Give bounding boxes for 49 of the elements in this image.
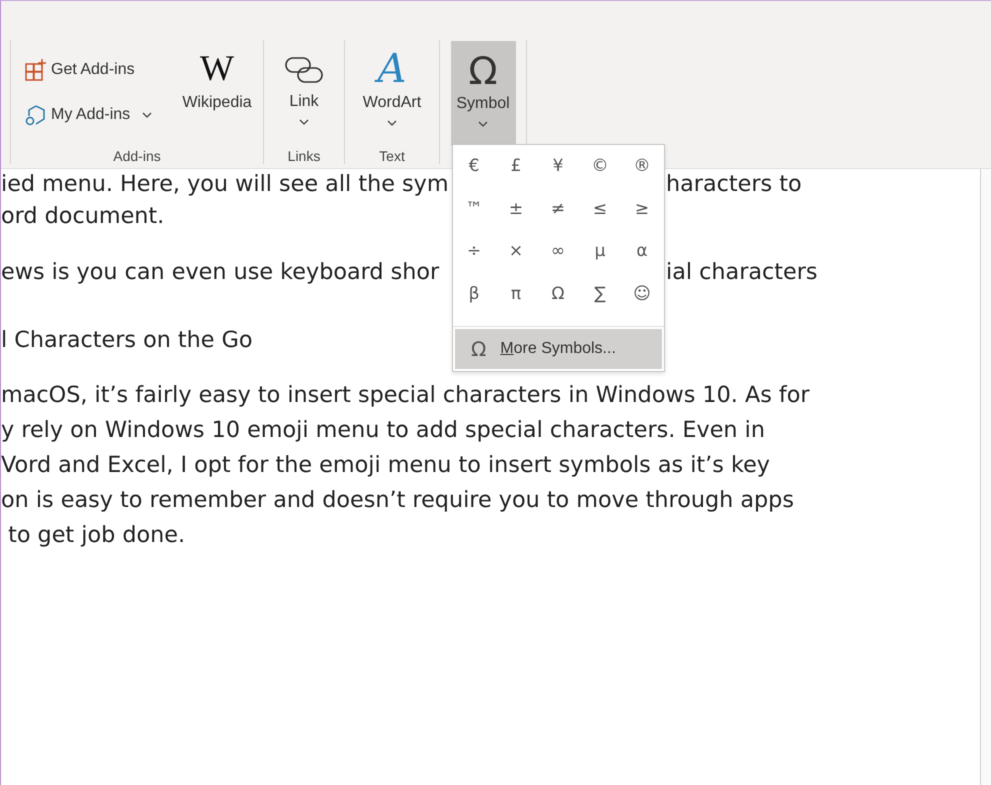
document-text: on is easy to remember and doesn’t require you to move through apps	[1, 486, 794, 515]
wikipedia-button[interactable]: W Wikipedia	[177, 40, 257, 120]
symbol-item[interactable]: β	[453, 272, 495, 315]
symbol-item[interactable]: ±	[495, 188, 537, 230]
symbol-item[interactable]: ☺	[621, 272, 663, 315]
wordart-button[interactable]: A WordArt	[362, 40, 422, 126]
document-text: ial characters	[666, 258, 818, 287]
hexagon-icon	[25, 104, 47, 126]
document-text: Vord and Excel, I opt for the emoji menu to insert symbols as it’s key	[1, 451, 770, 480]
caret-icon[interactable]	[142, 112, 152, 118]
my-add-ins-button[interactable]: My Add-ins	[25, 102, 177, 128]
symbol-item[interactable]: ≤	[579, 188, 621, 230]
symbol-item[interactable]: ∑	[579, 272, 621, 315]
symbol-item[interactable]: ≠	[537, 188, 579, 230]
symbol-item[interactable]: µ	[579, 230, 621, 272]
group-label: Add-ins	[113, 148, 161, 166]
symbol-item[interactable]: ÷	[453, 230, 495, 272]
symbol-item[interactable]: £	[495, 145, 537, 188]
document-text: to get job done.	[7, 521, 186, 550]
symbol-item[interactable]: ∞	[537, 230, 579, 272]
symbol-item[interactable]: Ω	[537, 272, 579, 315]
link-button[interactable]: Link	[284, 40, 324, 125]
caret-icon	[299, 119, 309, 125]
symbol-item[interactable]: π	[495, 272, 537, 315]
symbol-button[interactable]: Ω Symbol	[450, 41, 516, 146]
get-add-ins-button[interactable]: Get Add-ins	[25, 57, 177, 83]
group-label: Links	[288, 148, 320, 166]
symbol-item[interactable]: ©	[579, 145, 621, 188]
caret-icon	[386, 120, 397, 126]
symbol-item[interactable]: ®	[621, 145, 663, 188]
document-text: ied menu. Here, you will see all the sym	[1, 170, 450, 199]
document-text: ord document.	[1, 202, 164, 231]
chain-link-icon	[284, 55, 324, 85]
document-text: haracters to	[666, 170, 802, 199]
document-text: macOS, it’s fairly easy to insert special characters in Windows 10. As for	[1, 381, 810, 410]
symbol-item[interactable]: α	[621, 230, 663, 272]
document-text: y rely on Windows 10 emoji menu to add special characters. Even in	[1, 416, 765, 445]
symbol-item[interactable]: ≥	[621, 188, 663, 230]
more-symbols-item[interactable]: Ω More Symbols...	[455, 329, 662, 369]
add-grid-icon	[25, 59, 47, 81]
scrollbar-track[interactable]	[980, 169, 991, 785]
group-label: Text	[379, 148, 405, 166]
document-text: ews is you can even use keyboard shor	[1, 258, 440, 287]
caret-icon	[478, 121, 488, 127]
symbol-item[interactable]: ™	[453, 188, 495, 230]
symbol-item[interactable]: €	[453, 145, 495, 188]
symbol-item[interactable]: ¥	[537, 145, 579, 188]
symbol-item[interactable]: ×	[495, 230, 537, 272]
document-text: l Characters on the Go	[1, 326, 253, 355]
